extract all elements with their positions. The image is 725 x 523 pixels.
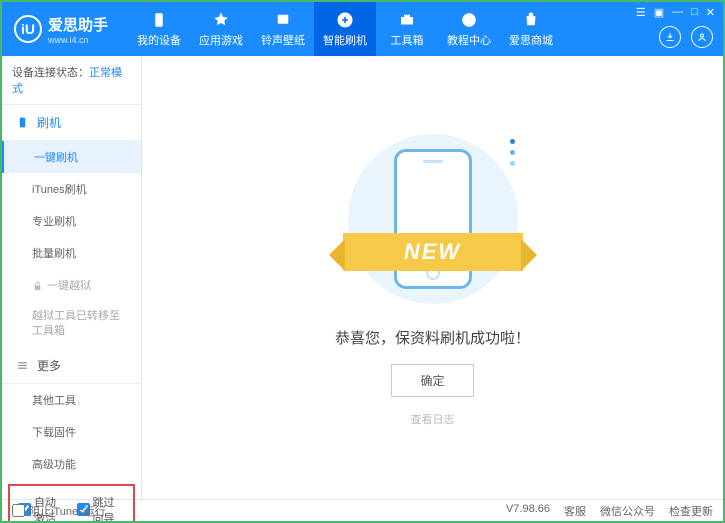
sidebar-item-advanced[interactable]: 高级功能 [2, 448, 141, 480]
brand-logo: iU 爱思助手 www.i4.cn [2, 14, 120, 45]
tab-toolbox[interactable]: 工具箱 [376, 2, 438, 56]
sidebar-item-itunes-flash[interactable]: iTunes刷机 [2, 173, 141, 205]
tab-tutorials[interactable]: 教程中心 [438, 2, 500, 56]
brand-subtitle: www.i4.cn [48, 35, 108, 45]
window-controls: ☰ ▣ — □ ✕ [636, 6, 715, 19]
menu-bars-icon [16, 359, 29, 372]
sidebar-item-download-firmware[interactable]: 下载固件 [2, 416, 141, 448]
sidebar-jailbreak-note: 越狱工具已转移至 工具箱 [2, 301, 141, 348]
sidebar-section-jailbreak: 一键越狱 [2, 269, 141, 301]
tab-my-device[interactable]: 我的设备 [128, 2, 190, 56]
download-icon[interactable] [659, 26, 681, 48]
success-illustration: NEW [333, 129, 533, 309]
app-window: iU 爱思助手 www.i4.cn 我的设备 应用游戏 铃声壁纸 智能刷机 工具… [0, 0, 725, 523]
minimize-icon[interactable]: — [672, 6, 683, 19]
view-log-link[interactable]: 查看日志 [411, 411, 455, 427]
close-icon[interactable]: ✕ [706, 6, 715, 19]
success-message: 恭喜您，保资料刷机成功啦！ [335, 327, 530, 348]
header: iU 爱思助手 www.i4.cn 我的设备 应用游戏 铃声壁纸 智能刷机 工具… [2, 2, 723, 56]
wechat-link[interactable]: 微信公众号 [600, 503, 655, 519]
phone-icon [16, 116, 29, 129]
skin-icon[interactable]: ▣ [654, 6, 664, 19]
lock-icon [32, 281, 43, 292]
sidebar-section-more[interactable]: 更多 [2, 348, 141, 384]
version-label: V7.98.66 [506, 503, 550, 519]
nav-tabs: 我的设备 应用游戏 铃声壁纸 智能刷机 工具箱 教程中心 爱思商城 [128, 2, 562, 56]
tab-smart-flash[interactable]: 智能刷机 [314, 2, 376, 56]
ok-button[interactable]: 确定 [391, 364, 473, 397]
user-icon[interactable] [691, 26, 713, 48]
brand-title: 爱思助手 [48, 14, 108, 35]
sidebar-item-other-tools[interactable]: 其他工具 [2, 384, 141, 416]
sidebar: 设备连接状态：正常模式 刷机 一键刷机 iTunes刷机 专业刷机 批量刷机 一… [2, 56, 142, 499]
logo-icon: iU [14, 15, 42, 43]
sidebar-item-pro-flash[interactable]: 专业刷机 [2, 205, 141, 237]
sidebar-section-flash[interactable]: 刷机 [2, 105, 141, 141]
sidebar-item-batch-flash[interactable]: 批量刷机 [2, 237, 141, 269]
check-update-link[interactable]: 检查更新 [669, 503, 713, 519]
customer-service-link[interactable]: 客服 [564, 503, 586, 519]
tab-ringtones[interactable]: 铃声壁纸 [252, 2, 314, 56]
tab-store[interactable]: 爱思商城 [500, 2, 562, 56]
menu-icon[interactable]: ☰ [636, 6, 646, 19]
tab-apps-games[interactable]: 应用游戏 [190, 2, 252, 56]
block-itunes-checkbox[interactable]: 阻止iTunes运行 [12, 503, 106, 519]
maximize-icon[interactable]: □ [691, 6, 698, 19]
device-status: 设备连接状态：正常模式 [2, 56, 141, 105]
new-ribbon: NEW [343, 233, 523, 271]
main-content: NEW 恭喜您，保资料刷机成功啦！ 确定 查看日志 [142, 56, 723, 499]
sidebar-item-oneclick-flash[interactable]: 一键刷机 [2, 141, 141, 173]
